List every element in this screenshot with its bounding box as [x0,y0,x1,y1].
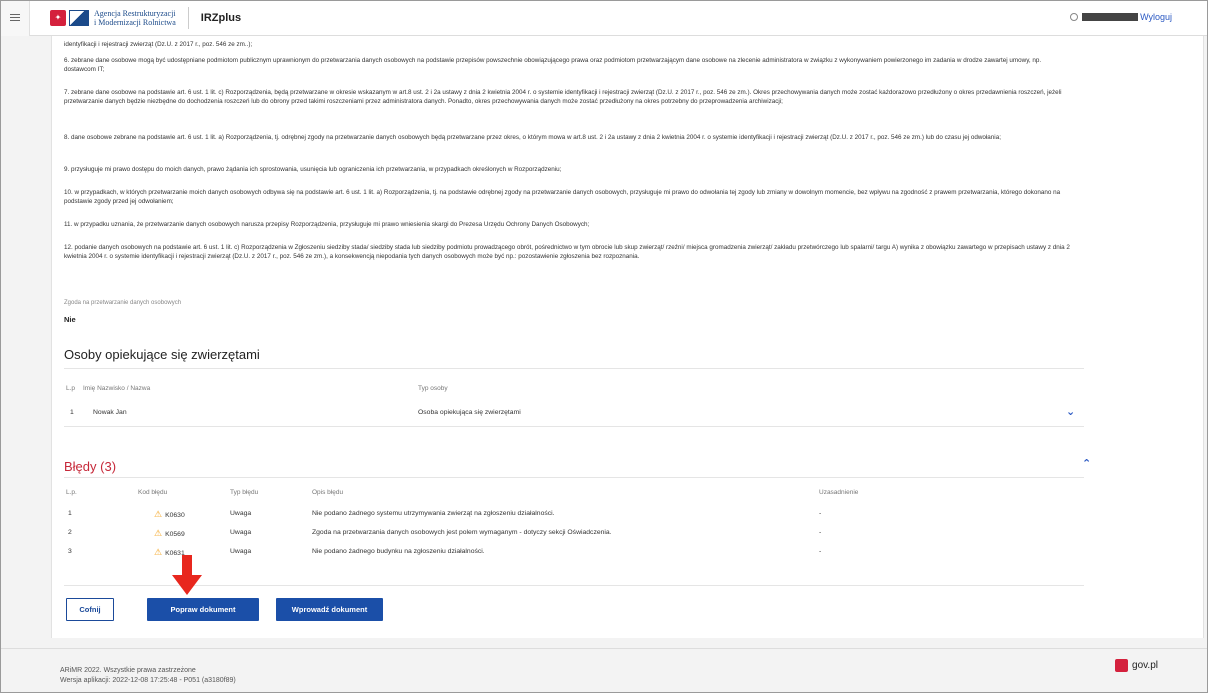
errors-header-desc: Opis błędu [312,489,344,496]
warning-icon: ⚠ [154,509,163,519]
error-row-desc: Nie podano żadnego systemu utrzymywania … [312,510,555,517]
govpl-link[interactable]: gov.pl [1115,659,1158,672]
submit-document-button[interactable]: Wprowadź dokument [276,598,383,621]
warning-icon: ⚠ [154,547,163,557]
user-name-redacted [1082,13,1139,21]
error-row-desc: Nie podano żadnego budynku na zgłoszeniu… [312,548,485,555]
footer: ARiMR 2022. Wszystkie prawa zastrzeżone … [0,648,1208,693]
header-divider [187,6,189,29]
eagle-emblem-icon: ✦ [50,9,66,26]
consent-paragraph: 10. w przypadkach, w których przetwarzan… [64,189,1061,205]
consent-label: Zgoda na przetwarzanie danych osobowych [64,300,182,306]
caretakers-header-name: Imię Nazwisko / Nazwa [83,385,151,392]
caretaker-row-name: Nowak Jan [93,409,127,416]
chevron-up-icon[interactable]: ⌃ [1082,457,1091,470]
errors-header-lp: L.p. [66,489,77,496]
red-arrow-icon [172,555,202,595]
consent-paragraph: 8. dane osobowe zebrane na podstawie art… [64,134,1001,141]
caretakers-title: Osoby opiekujące się zwierzętami [64,347,260,362]
errors-header-code: Kod błędu [138,489,168,496]
user-icon [1070,13,1079,21]
errors-header-type: Typ błędu [230,489,259,496]
consent-paragraph: 7. zebrane dane osobowe na podstawie art… [64,89,1062,105]
consent-paragraph: 9. przysługuje mi prawo dostępu do moich… [64,166,562,173]
caretaker-row-type: Osoba opiekująca się zwierzętami [418,409,521,416]
consent-paragraph: identyfikacji i rejestracji zwierząt (Dz… [64,41,253,48]
errors-title: Błędy (3) [64,459,117,474]
user-area: Wyloguj [1070,12,1172,22]
caretakers-header-lp: L.p [66,385,76,392]
error-row-reason: - [819,529,822,536]
caretaker-row-lp: 1 [70,409,74,416]
errors-header-reason: Uzasadnienie [819,489,859,496]
copyright: ARiMR 2022. Wszystkie prawa zastrzeżone [60,667,196,674]
agency-name-line1: Agencja Restrukturyzacji [94,8,176,18]
document-card: identyfikacji i rejestracji zwierząt (Dz… [51,36,1204,638]
caretakers-header-type: Typ osoby [418,385,448,392]
top-bar: ✦ Agencja Restrukturyzacji i Modernizacj… [0,0,1208,36]
divider [64,368,1084,369]
error-row-type: Uwaga [230,529,252,536]
consent-value: Nie [64,315,76,324]
error-row-reason: - [819,510,822,517]
error-row-code: ⚠ K0630 [154,509,185,519]
divider [64,477,1084,478]
logout-link[interactable]: Wyloguj [1140,12,1172,22]
app-name: IRZplus [200,11,242,24]
arimr-mark-icon [69,9,89,26]
error-row-lp: 2 [68,529,72,536]
app-version: Wersja aplikacji: 2022-12-08 17:25:48 - … [60,677,236,684]
gov-emblem-icon [1115,659,1129,672]
back-button[interactable]: Cofnij [66,598,114,621]
consent-paragraph: 6. zebrane dane osobowe mogą być udostęp… [64,57,1042,73]
warning-icon: ⚠ [154,528,163,538]
error-row-code: ⚠ K0569 [154,528,185,538]
agency-logo[interactable]: ✦ Agencja Restrukturyzacji i Modernizacj… [50,0,176,36]
consent-paragraph: 11. w przypadku uznania, że przetwarzani… [64,221,590,228]
fix-document-button[interactable]: Popraw dokument [147,598,259,621]
error-row-desc: Zgoda na przetwarzania danych osobowych … [312,529,612,536]
consent-paragraph: 12. podanie danych osobowych na podstawi… [64,244,1070,260]
divider [64,585,1084,586]
menu-icon[interactable] [0,0,30,36]
chevron-down-icon[interactable]: ⌄ [1066,405,1075,418]
error-row-type: Uwaga [230,510,252,517]
error-row-reason: - [819,548,822,555]
agency-name-line2: i Modernizacji Rolnictwa [94,17,176,27]
error-row-lp: 3 [68,548,72,555]
error-row-type: Uwaga [230,548,252,555]
govpl-label: gov.pl [1132,660,1158,671]
error-row-lp: 1 [68,510,72,517]
divider [64,426,1084,427]
